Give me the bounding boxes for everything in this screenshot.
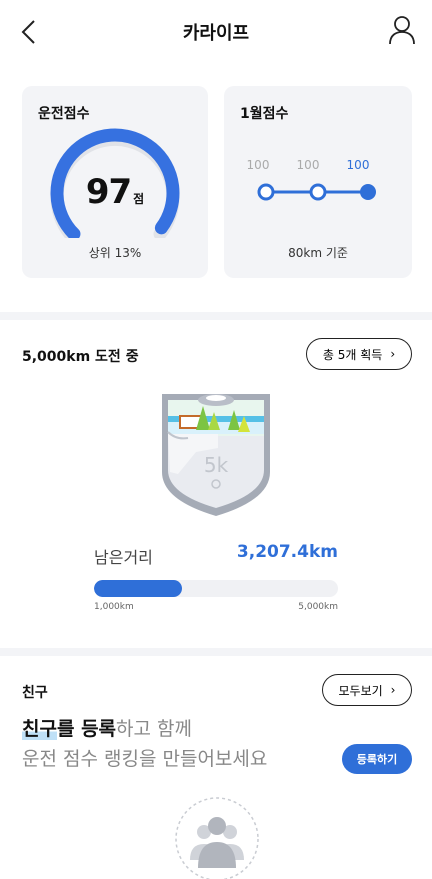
timeline-point (360, 184, 376, 200)
page-title: 카라이프 (182, 23, 250, 44)
challenge-title: 5,000km 도전 중 (22, 349, 139, 365)
friends-group-icon (175, 797, 259, 879)
friends-title: 친구 (22, 685, 48, 701)
section-divider (0, 312, 432, 320)
section-divider (0, 648, 432, 656)
promo-particle: 를 (56, 718, 82, 740)
badge-text: 5k (204, 453, 229, 477)
acquired-badges-button[interactable]: 총 5개 획득 › (306, 338, 412, 370)
register-friend-button[interactable]: 등록하기 (342, 744, 412, 774)
score-rank: 상위 13% (88, 246, 142, 260)
score-unit: 점 (133, 192, 145, 206)
5k-badge-icon: 5k (162, 394, 270, 516)
score-value-group: 97 점 (22, 172, 208, 212)
score-value: 97 (85, 172, 132, 212)
chevron-right-icon: › (390, 683, 396, 697)
promo-rest: 하고 함께 (116, 718, 193, 740)
challenge-section: 5,000km 도전 중 총 5개 획득 › 5k 남은거리 3,207.4km… (0, 320, 432, 648)
promo-highlight: 친구 (22, 718, 57, 740)
driving-score-card[interactable]: 운전점수 97 점 상위 13% (22, 86, 208, 278)
driving-score-title: 운전점수 (38, 106, 90, 122)
score-section: 운전점수 97 점 상위 13% 1월점수 100 100 100 80km 기준 (0, 64, 432, 312)
monthly-score-card[interactable]: 1월점수 100 100 100 80km 기준 (224, 86, 412, 278)
promo-bold: 등록 (81, 718, 117, 740)
progress-max-label: 5,000km (298, 602, 338, 612)
user-icon (389, 16, 415, 45)
progress-min-label: 1,000km (94, 602, 134, 612)
friends-promo-text: 친구를 등록하고 함께 운전 점수 랭킹을 만들어보세요 (22, 714, 267, 774)
promo-line-1: 친구를 등록하고 함께 (22, 714, 267, 744)
monthly-score-basis: 80km 기준 (288, 246, 348, 260)
friends-section: 친구 모두보기 › 친구를 등록하고 함께 운전 점수 랭킹을 만들어보세요 등… (0, 656, 432, 879)
profile-button[interactable] (384, 12, 420, 48)
monthly-score-title: 1월점수 (240, 106, 289, 122)
acquired-badges-label: 총 5개 획득 (322, 347, 383, 362)
timeline-graph (257, 183, 376, 201)
view-all-friends-button[interactable]: 모두보기 › (322, 674, 412, 706)
distance-progress-fill (94, 580, 182, 597)
monthly-score-timeline: 100 100 100 (247, 150, 398, 220)
chevron-right-icon: › (390, 347, 396, 361)
remaining-distance-label: 남은거리 (94, 548, 153, 567)
timeline-point (257, 183, 275, 201)
timeline-point (309, 183, 327, 201)
app-header: 카라이프 (0, 0, 432, 64)
distance-progress-bar (94, 580, 338, 597)
view-all-label: 모두보기 (338, 683, 383, 698)
remaining-distance-value: 3,207.4km (236, 542, 338, 562)
promo-line-2: 운전 점수 랭킹을 만들어보세요 (22, 748, 268, 770)
